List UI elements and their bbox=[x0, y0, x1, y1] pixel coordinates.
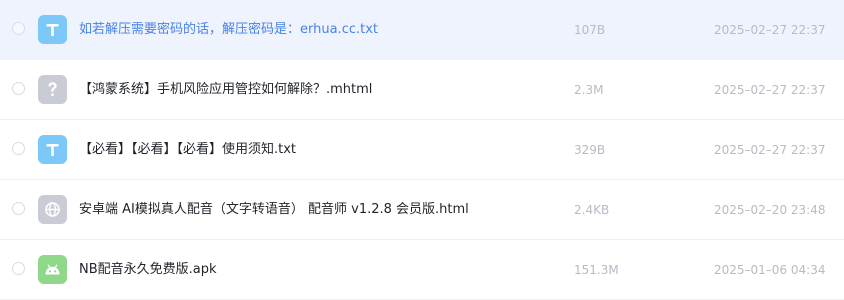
select-checkbox[interactable] bbox=[12, 202, 25, 215]
file-size: 2.4KB bbox=[574, 203, 610, 217]
file-row[interactable]: 如若解压需要密码的话，解压密码是：erhua.cc.txt 107B 2025–… bbox=[0, 0, 844, 60]
file-date: 2025–01–06 04:34 bbox=[714, 263, 826, 277]
file-date: 2025–02–20 23:48 bbox=[714, 203, 826, 217]
web-file-icon bbox=[38, 195, 67, 224]
file-date: 2025–02–27 22:37 bbox=[714, 23, 826, 37]
select-checkbox[interactable] bbox=[12, 142, 25, 155]
file-size: 151.3M bbox=[574, 263, 619, 277]
file-name[interactable]: 安卓端 AI模拟真人配音（文字转语音） 配音师 v1.2.8 会员版.html bbox=[79, 201, 469, 219]
text-file-icon bbox=[38, 15, 67, 44]
file-size: 2.3M bbox=[574, 83, 604, 97]
unknown-file-icon bbox=[38, 75, 67, 104]
select-checkbox[interactable] bbox=[12, 22, 25, 35]
file-row[interactable]: 安卓端 AI模拟真人配音（文字转语音） 配音师 v1.2.8 会员版.html … bbox=[0, 180, 844, 240]
file-list: 如若解压需要密码的话，解压密码是：erhua.cc.txt 107B 2025–… bbox=[0, 0, 844, 300]
android-apk-icon bbox=[38, 255, 67, 284]
file-size: 329B bbox=[574, 143, 606, 157]
file-row[interactable]: 【鸿蒙系统】手机风险应用管控如何解除？.mhtml 2.3M 2025–02–2… bbox=[0, 60, 844, 120]
file-date: 2025–02–27 22:37 bbox=[714, 83, 826, 97]
select-checkbox[interactable] bbox=[12, 82, 25, 95]
file-date: 2025–02–27 22:37 bbox=[714, 143, 826, 157]
file-row[interactable]: NB配音永久免费版.apk 151.3M 2025–01–06 04:34 bbox=[0, 240, 844, 300]
file-name[interactable]: NB配音永久免费版.apk bbox=[79, 261, 217, 279]
text-file-icon bbox=[38, 135, 67, 164]
file-row[interactable]: 【必看】【必看】【必看】使用须知.txt 329B 2025–02–27 22:… bbox=[0, 120, 844, 180]
file-name[interactable]: 如若解压需要密码的话，解压密码是：erhua.cc.txt bbox=[79, 21, 378, 39]
file-name[interactable]: 【必看】【必看】【必看】使用须知.txt bbox=[79, 141, 296, 159]
file-size: 107B bbox=[574, 23, 606, 37]
file-name[interactable]: 【鸿蒙系统】手机风险应用管控如何解除？.mhtml bbox=[79, 81, 372, 99]
select-checkbox[interactable] bbox=[12, 262, 25, 275]
